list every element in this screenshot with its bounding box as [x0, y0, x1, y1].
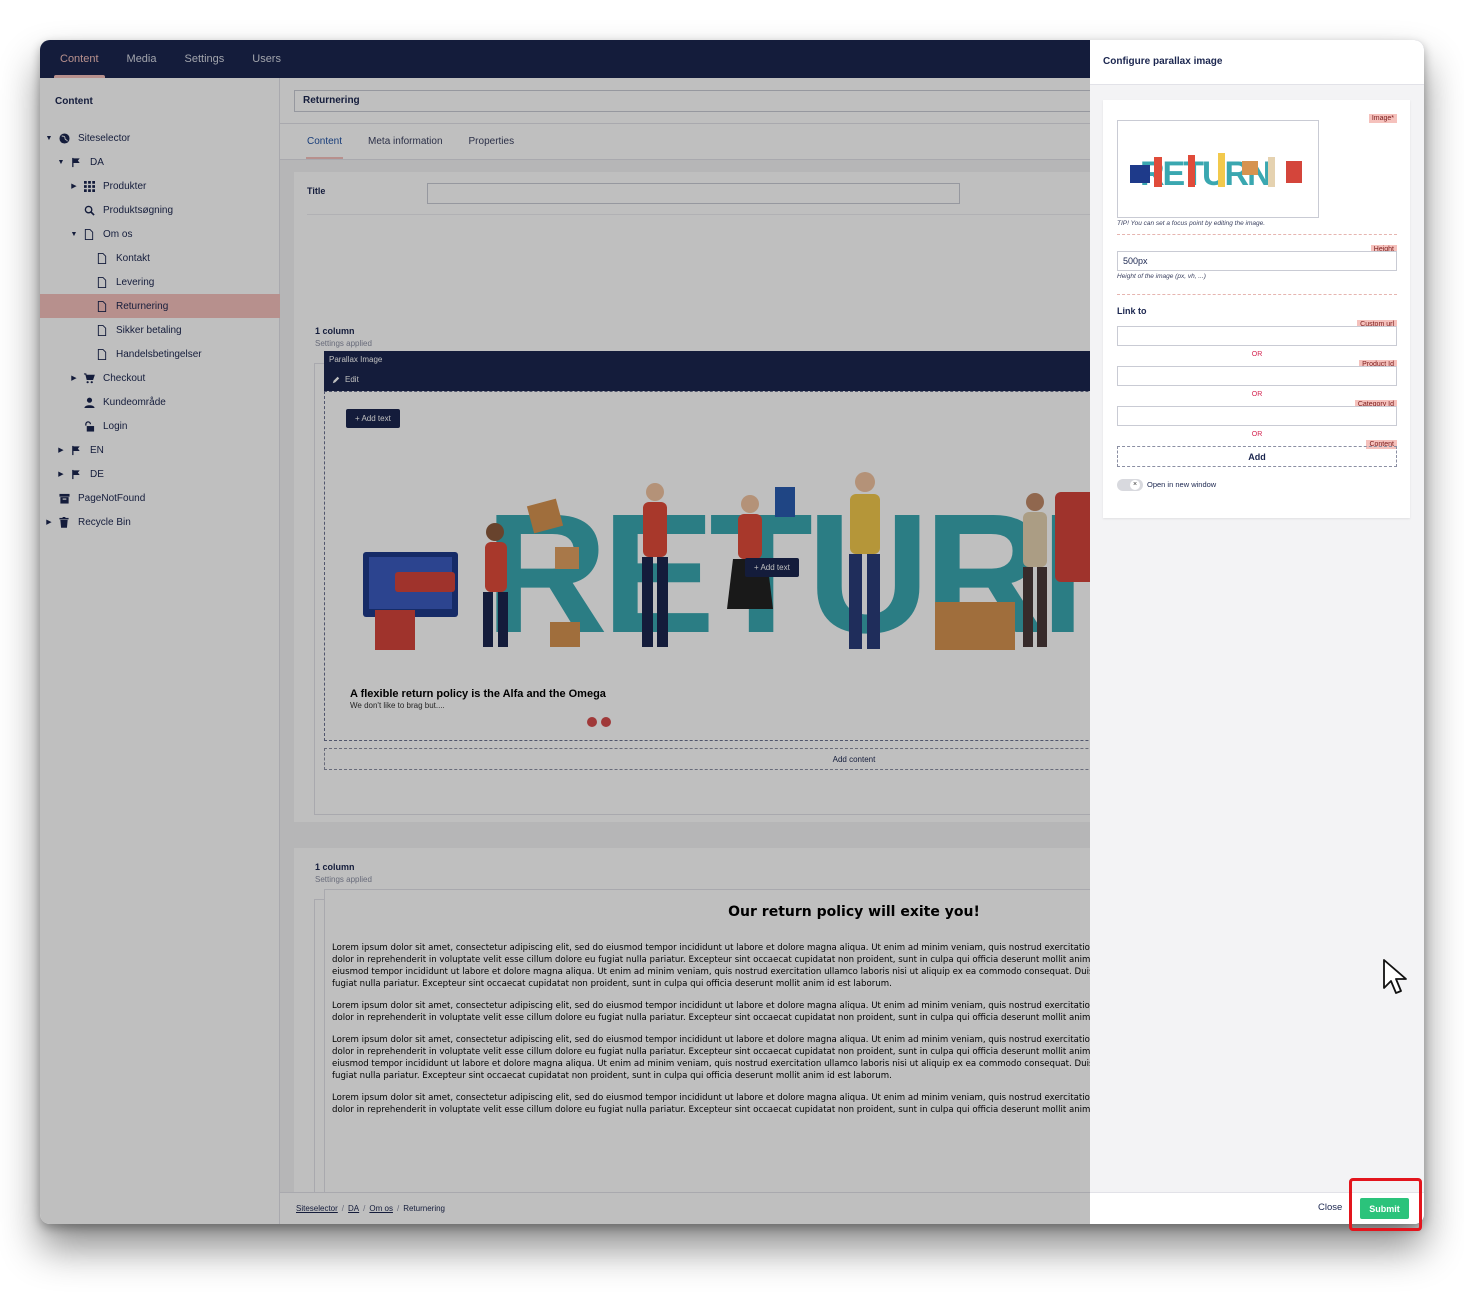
app-window: Content Media Settings Users Content ▼ S… [40, 40, 1424, 1224]
custom-url-input[interactable] [1117, 326, 1397, 346]
or-separator: OR [1251, 431, 1263, 438]
image-tip: TIP! You can set a focus point by editin… [1117, 220, 1266, 227]
category-id-input[interactable] [1117, 406, 1397, 426]
height-help: Height of the image (px, vh, ...) [1117, 273, 1206, 280]
open-new-window-toggle[interactable]: × [1117, 479, 1143, 491]
link-to-label: Link to [1117, 306, 1147, 316]
panel-form: Image* RETURN TIP! You can set a focus p… [1103, 100, 1410, 518]
toggle-off-icon: × [1130, 480, 1140, 490]
panel-title: Configure parallax image [1103, 56, 1223, 67]
divider [1117, 234, 1397, 235]
submit-highlight-box [1349, 1178, 1422, 1231]
add-content-link-button[interactable]: Add [1117, 446, 1397, 467]
open-new-window-label: Open in new window [1147, 480, 1217, 489]
product-id-input[interactable] [1117, 366, 1397, 386]
or-separator: OR [1251, 351, 1263, 358]
image-thumbnail[interactable]: RETURN [1117, 120, 1319, 218]
configure-parallax-panel: Configure parallax image Image* RETURN T… [1090, 40, 1424, 1224]
close-button[interactable]: Close [1318, 1202, 1342, 1213]
height-input[interactable]: 500px [1117, 251, 1397, 271]
divider [1117, 294, 1397, 295]
return-thumbnail-image: RETURN [1130, 153, 1302, 193]
overlay-backdrop[interactable] [40, 40, 1090, 1224]
panel-header: Configure parallax image [1090, 40, 1424, 85]
or-separator: OR [1251, 391, 1263, 398]
mouse-cursor-icon [1382, 958, 1410, 1003]
image-tag: Image* [1368, 114, 1397, 123]
